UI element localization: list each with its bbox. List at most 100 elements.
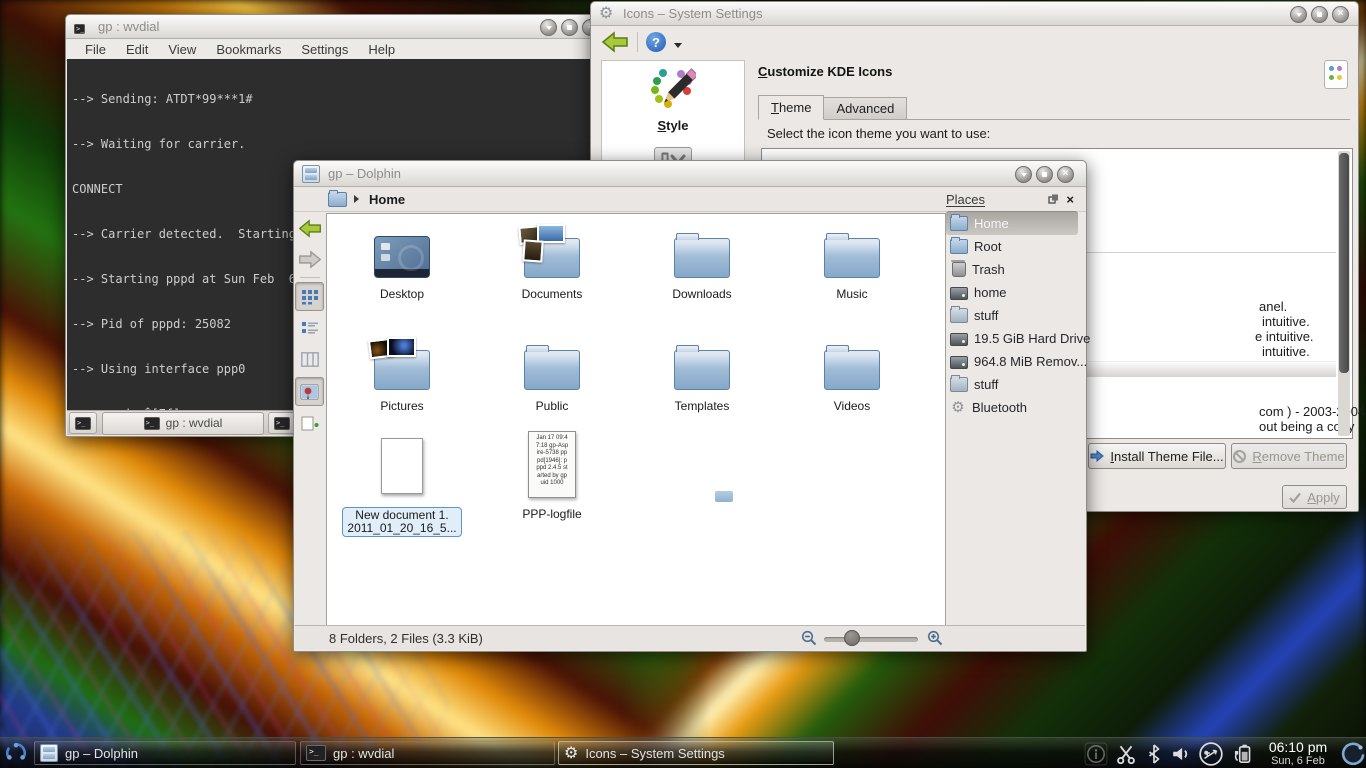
apply-button[interactable]: Apply — [1282, 485, 1347, 509]
folder-item-desktop[interactable]: Desktop — [327, 222, 477, 301]
menu-settings[interactable]: Settings — [292, 41, 357, 58]
place-home[interactable]: Home — [946, 211, 1078, 235]
taskbar-item-system-settings[interactable]: ⚙ Icons – System Settings — [558, 741, 834, 765]
close-button[interactable]: × — [1332, 6, 1349, 23]
place-removable[interactable]: 964.8 MiB Remov... — [946, 350, 1078, 373]
minimize-button[interactable] — [540, 19, 557, 36]
zoom-in-icon[interactable] — [927, 630, 943, 646]
folder-icon — [950, 377, 968, 392]
place-stuff-2[interactable]: stuff — [946, 373, 1078, 396]
settings-titlebar[interactable]: ⚙ Icons – System Settings × — [591, 2, 1358, 26]
clipboard-scissors-icon[interactable] — [1115, 743, 1137, 765]
app-launcher-icon[interactable] — [2, 739, 30, 767]
tab-advanced[interactable]: Advanced — [824, 97, 907, 120]
scrollbar[interactable] — [1338, 151, 1350, 436]
terminal-tab[interactable]: >_ gp : wvdial — [102, 412, 264, 435]
folder-item-documents[interactable]: Documents — [477, 222, 627, 301]
back-button[interactable] — [296, 215, 323, 242]
breadcrumb-separator — [354, 195, 363, 203]
list-item-fragment: e intuitive. — [1255, 329, 1314, 344]
hard-drive-icon — [950, 333, 968, 346]
trash-icon — [952, 262, 966, 277]
preview-toggle-button[interactable] — [295, 377, 324, 406]
document-icon — [381, 438, 423, 494]
taskbar-item-terminal[interactable]: >_ gp : wvdial — [300, 741, 555, 765]
folder-item-downloads[interactable]: Downloads — [627, 222, 777, 301]
checkmark-icon — [1289, 492, 1301, 503]
home-breadcrumb-icon[interactable] — [328, 192, 347, 207]
breadcrumb-home[interactable]: Home — [369, 192, 405, 207]
places-panel: Places × Home Root Trash home stuff 19.5… — [946, 189, 1078, 626]
menu-help[interactable]: Help — [359, 41, 404, 58]
new-tab-button[interactable]: >_ — [69, 412, 97, 434]
split-view-button[interactable]: >_ — [268, 412, 296, 434]
folder-item-music[interactable]: Music — [777, 222, 927, 301]
folder-item-public[interactable]: Public — [477, 334, 627, 413]
chevron-down-icon[interactable] — [674, 43, 682, 52]
notifications-icon[interactable] — [1084, 742, 1108, 766]
remove-theme-button[interactable]: Remove Theme — [1231, 443, 1347, 469]
place-stuff[interactable]: stuff — [946, 304, 1078, 327]
battery-icon[interactable] — [1231, 742, 1255, 766]
minimize-button[interactable] — [1015, 166, 1032, 183]
folder-item-templates[interactable]: Templates — [627, 334, 777, 413]
icons-view-button[interactable] — [295, 282, 324, 311]
status-text: 8 Folders, 2 Files (3.3 KiB) — [329, 631, 483, 646]
dolphin-window[interactable]: gp – Dolphin × Home — [293, 160, 1087, 652]
menu-bookmarks[interactable]: Bookmarks — [207, 41, 290, 58]
menu-view[interactable]: View — [159, 41, 205, 58]
file-label: PPP-logfile — [477, 507, 627, 521]
file-item-logfile[interactable]: Jan 17 09:4 7:18 gp-Asp ire-5738 pp pd[1… — [477, 432, 627, 521]
maximize-button[interactable] — [1036, 166, 1053, 183]
zoom-slider-track[interactable] — [824, 637, 918, 642]
tab-theme[interactable]: Theme — [758, 95, 824, 120]
maximize-button[interactable] — [561, 19, 578, 36]
folder-item-pictures[interactable]: Pictures — [327, 334, 477, 413]
file-item-selected[interactable]: New document 1. 2011_01_20_16_5... — [327, 432, 477, 537]
back-button[interactable] — [601, 31, 629, 53]
folder-label: Documents — [477, 287, 627, 301]
place-hard-drive[interactable]: 19.5 GiB Hard Drive — [946, 327, 1078, 350]
place-bluetooth[interactable]: ⚙Bluetooth — [946, 396, 1078, 419]
device-notifier-icon[interactable] — [1198, 741, 1224, 767]
forward-button[interactable] — [296, 246, 323, 273]
scrollbar-thumb[interactable] — [1339, 153, 1349, 373]
hard-drive-icon — [950, 287, 968, 300]
volume-icon[interactable] — [1171, 744, 1191, 764]
float-panel-icon[interactable] — [1048, 194, 1059, 204]
place-home-partition[interactable]: home — [946, 281, 1078, 304]
close-panel-icon[interactable]: × — [1066, 193, 1074, 206]
close-button[interactable]: × — [1057, 166, 1074, 183]
place-root[interactable]: Root — [946, 235, 1078, 258]
folder-icon — [674, 350, 730, 390]
photo-thumbnail — [522, 239, 543, 262]
details-view-button[interactable] — [296, 315, 323, 342]
folder-icon — [950, 308, 968, 323]
clock[interactable]: 06:10 pm Sun, 6 Feb — [1256, 739, 1340, 768]
folder-item-videos[interactable]: Videos — [777, 334, 927, 413]
menu-file[interactable]: File — [76, 41, 115, 58]
panel-cashew-icon[interactable] — [1340, 740, 1366, 768]
minimize-button[interactable] — [1290, 6, 1307, 23]
selected-file-label: New document 1. 2011_01_20_16_5... — [342, 507, 461, 537]
maximize-button[interactable] — [1311, 6, 1328, 23]
dolphin-titlebar[interactable]: gp – Dolphin × — [294, 161, 1086, 187]
sidebar-item-style[interactable]: Style — [602, 118, 744, 133]
terminal-titlebar[interactable]: >_ gp : wvdial × — [66, 15, 606, 39]
taskbar-item-dolphin[interactable]: gp – Dolphin — [34, 741, 296, 765]
taskbar: gp – Dolphin >_ gp : wvdial ⚙ Icons – Sy… — [0, 737, 1366, 768]
terminal-line: --> Sending: ATDT*99***1# — [72, 92, 605, 107]
columns-view-button[interactable] — [296, 346, 323, 373]
zoom-slider-handle[interactable] — [844, 630, 860, 646]
konsole-icon: >_ — [74, 19, 90, 35]
menu-edit[interactable]: Edit — [117, 41, 157, 58]
bluetooth-icon[interactable] — [1144, 743, 1164, 765]
install-theme-button[interactable]: Install Theme File... — [1088, 443, 1226, 469]
place-trash[interactable]: Trash — [946, 258, 1078, 281]
split-view-button[interactable] — [296, 410, 323, 437]
list-item-fragment: intuitive. — [1262, 344, 1310, 359]
help-button[interactable]: ? — [646, 32, 666, 52]
file-view[interactable]: Desktop Documents Downloads Music — [326, 213, 946, 628]
zoom-out-icon[interactable] — [801, 630, 817, 646]
folder-label: Public — [477, 399, 627, 413]
